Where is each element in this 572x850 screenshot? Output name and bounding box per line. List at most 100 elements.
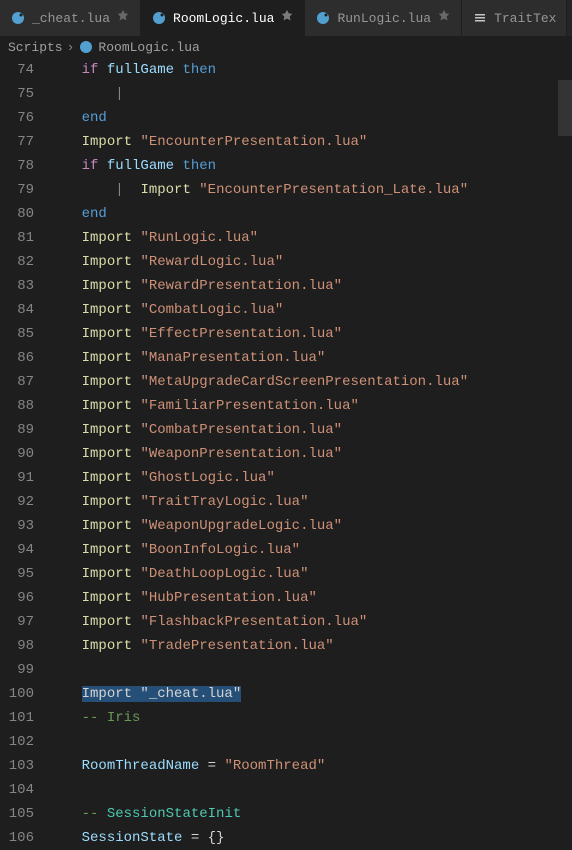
code-line[interactable]: 87 Import "MetaUpgradeCardScreenPresenta… [0, 370, 572, 394]
tab-label: TraitTex [494, 11, 556, 26]
breadcrumb-file[interactable]: RoomLogic.lua [78, 39, 199, 55]
code-content[interactable]: Import "WeaponUpgradeLogic.lua" [48, 514, 572, 538]
tab-label: _cheat.lua [32, 11, 110, 26]
code-content[interactable]: Import "DeathLoopLogic.lua" [48, 562, 572, 586]
code-content[interactable]: Import "BoonInfoLogic.lua" [48, 538, 572, 562]
code-content[interactable]: if fullGame then [48, 58, 572, 82]
scrollbar-thumb[interactable] [558, 80, 572, 136]
line-number: 94 [0, 538, 48, 562]
code-line[interactable]: 82 Import "RewardLogic.lua" [0, 250, 572, 274]
code-content[interactable] [48, 658, 572, 682]
lua-file-icon [151, 10, 167, 26]
code-line[interactable]: 85 Import "EffectPresentation.lua" [0, 322, 572, 346]
code-line[interactable]: 81 Import "RunLogic.lua" [0, 226, 572, 250]
code-content[interactable]: Import "WeaponPresentation.lua" [48, 442, 572, 466]
code-content[interactable]: Import "ManaPresentation.lua" [48, 346, 572, 370]
code-content[interactable]: Import "RewardLogic.lua" [48, 250, 572, 274]
code-content[interactable]: | Import "EncounterPresentation_Late.lua… [48, 178, 572, 202]
code-content[interactable]: | [48, 82, 572, 106]
code-line[interactable]: 94 Import "BoonInfoLogic.lua" [0, 538, 572, 562]
code-content[interactable]: end [48, 106, 572, 130]
vertical-scrollbar[interactable] [558, 56, 572, 818]
code-editor[interactable]: 74 if fullGame then75 |76 end77 Import "… [0, 58, 572, 850]
line-number: 102 [0, 730, 48, 754]
code-line[interactable]: 102 [0, 730, 572, 754]
code-line[interactable]: 86 Import "ManaPresentation.lua" [0, 346, 572, 370]
line-number: 83 [0, 274, 48, 298]
code-line[interactable]: 89 Import "CombatPresentation.lua" [0, 418, 572, 442]
code-content[interactable] [48, 778, 572, 802]
code-line[interactable]: 80 end [0, 202, 572, 226]
code-line[interactable]: 106 SessionState = {} [0, 826, 572, 850]
code-line[interactable]: 78 if fullGame then [0, 154, 572, 178]
code-content[interactable]: -- SessionStateInit [48, 802, 572, 826]
code-line[interactable]: 74 if fullGame then [0, 58, 572, 82]
line-number: 101 [0, 706, 48, 730]
line-number: 86 [0, 346, 48, 370]
code-content[interactable]: SessionState = {} [48, 826, 572, 850]
code-content[interactable]: if fullGame then [48, 154, 572, 178]
code-line[interactable]: 103 RoomThreadName = "RoomThread" [0, 754, 572, 778]
code-line[interactable]: 97 Import "FlashbackPresentation.lua" [0, 610, 572, 634]
code-line[interactable]: 101 -- Iris [0, 706, 572, 730]
line-number: 96 [0, 586, 48, 610]
tab--cheat-lua[interactable]: _cheat.lua [0, 0, 141, 36]
code-line[interactable]: 91 Import "GhostLogic.lua" [0, 466, 572, 490]
breadcrumb[interactable]: Scripts › RoomLogic.lua [0, 36, 572, 58]
pin-icon[interactable] [437, 9, 451, 27]
code-line[interactable]: 104 [0, 778, 572, 802]
code-content[interactable]: Import "EncounterPresentation.lua" [48, 130, 572, 154]
code-content[interactable]: Import "HubPresentation.lua" [48, 586, 572, 610]
code-content[interactable] [48, 730, 572, 754]
code-content[interactable]: Import "CombatPresentation.lua" [48, 418, 572, 442]
code-content[interactable]: Import "GhostLogic.lua" [48, 466, 572, 490]
line-number: 97 [0, 610, 48, 634]
code-line[interactable]: 79 | Import "EncounterPresentation_Late.… [0, 178, 572, 202]
code-line[interactable]: 84 Import "CombatLogic.lua" [0, 298, 572, 322]
code-line[interactable]: 77 Import "EncounterPresentation.lua" [0, 130, 572, 154]
line-number: 105 [0, 802, 48, 826]
line-number: 85 [0, 322, 48, 346]
line-number: 98 [0, 634, 48, 658]
code-line[interactable]: 96 Import "HubPresentation.lua" [0, 586, 572, 610]
code-content[interactable]: Import "RunLogic.lua" [48, 226, 572, 250]
code-line[interactable]: 99 [0, 658, 572, 682]
line-number: 99 [0, 658, 48, 682]
code-content[interactable]: Import "EffectPresentation.lua" [48, 322, 572, 346]
code-content[interactable]: RoomThreadName = "RoomThread" [48, 754, 572, 778]
code-line[interactable]: 93 Import "WeaponUpgradeLogic.lua" [0, 514, 572, 538]
code-content[interactable]: Import "TraitTrayLogic.lua" [48, 490, 572, 514]
chevron-right-icon: › [67, 40, 75, 55]
code-line[interactable]: 95 Import "DeathLoopLogic.lua" [0, 562, 572, 586]
tab-traittex[interactable]: TraitTex [462, 0, 567, 36]
tab-runlogic-lua[interactable]: RunLogic.lua [305, 0, 462, 36]
line-number: 89 [0, 418, 48, 442]
line-number: 77 [0, 130, 48, 154]
code-content[interactable]: Import "FlashbackPresentation.lua" [48, 610, 572, 634]
tab-roomlogic-lua[interactable]: RoomLogic.lua [141, 0, 305, 36]
code-line[interactable]: 100 Import "_cheat.lua" [0, 682, 572, 706]
line-number: 106 [0, 826, 48, 850]
code-content[interactable]: Import "RewardPresentation.lua" [48, 274, 572, 298]
code-content[interactable]: Import "TradePresentation.lua" [48, 634, 572, 658]
line-number: 75 [0, 82, 48, 106]
code-line[interactable]: 90 Import "WeaponPresentation.lua" [0, 442, 572, 466]
pin-icon[interactable] [280, 9, 294, 27]
code-content[interactable]: Import "FamiliarPresentation.lua" [48, 394, 572, 418]
lua-file-icon [315, 10, 331, 26]
line-number: 81 [0, 226, 48, 250]
code-line[interactable]: 75 | [0, 82, 572, 106]
code-line[interactable]: 88 Import "FamiliarPresentation.lua" [0, 394, 572, 418]
code-line[interactable]: 76 end [0, 106, 572, 130]
breadcrumb-folder[interactable]: Scripts [8, 40, 63, 55]
pin-icon[interactable] [116, 9, 130, 27]
code-content[interactable]: Import "_cheat.lua" [48, 682, 572, 706]
code-content[interactable]: Import "MetaUpgradeCardScreenPresentatio… [48, 370, 572, 394]
code-line[interactable]: 92 Import "TraitTrayLogic.lua" [0, 490, 572, 514]
code-content[interactable]: end [48, 202, 572, 226]
code-line[interactable]: 105 -- SessionStateInit [0, 802, 572, 826]
code-line[interactable]: 83 Import "RewardPresentation.lua" [0, 274, 572, 298]
code-line[interactable]: 98 Import "TradePresentation.lua" [0, 634, 572, 658]
code-content[interactable]: Import "CombatLogic.lua" [48, 298, 572, 322]
code-content[interactable]: -- Iris [48, 706, 572, 730]
